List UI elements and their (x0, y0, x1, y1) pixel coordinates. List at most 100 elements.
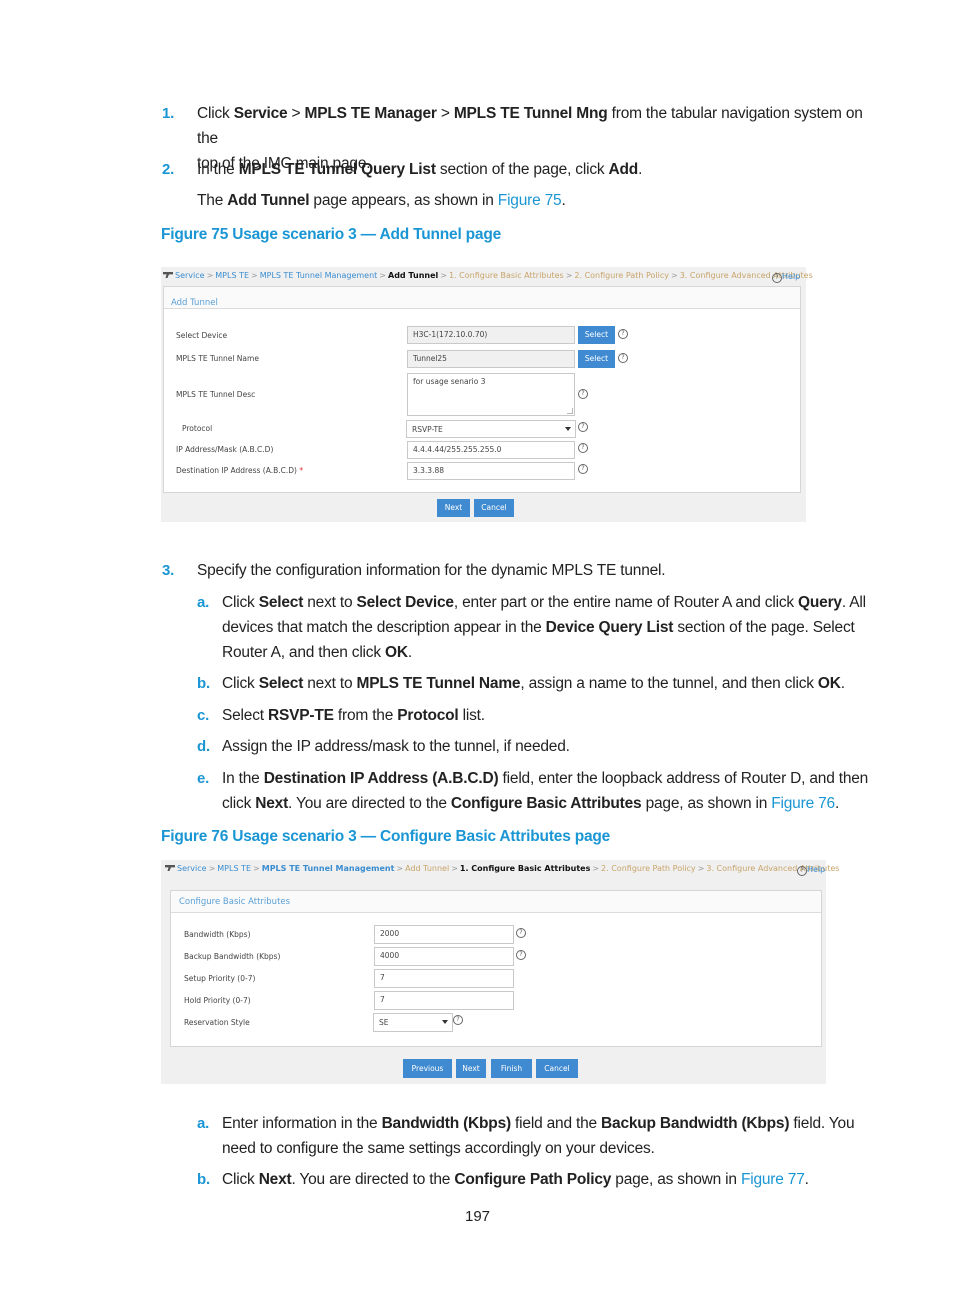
breadcrumb: Service > MPLS TE > MPLS TE Tunnel Managemen… (163, 271, 813, 280)
figure-76-caption: Figure 76 Usage scenario 3 — Configure B… (161, 828, 611, 845)
figure-76-screenshot: Service > MPLS TE > MPLS TE Tunnel Managemen… (161, 860, 839, 1084)
step-3d-text: Assign the IP address/mask to the tunnel… (222, 738, 570, 755)
ip-mask-field[interactable]: 4.4.4.44/255.255.255.0 (407, 441, 575, 459)
breadcrumb-separator: > (208, 864, 216, 873)
wizard-step-2: 2. Configure Path Policy (601, 864, 696, 873)
breadcrumb-tunnel-management[interactable]: MPLS TE Tunnel Management (260, 271, 378, 280)
select-tunnel-name-button[interactable]: Select (578, 350, 615, 368)
figure-76-link[interactable]: Figure 76 (771, 795, 835, 812)
breadcrumb: Service > MPLS TE > MPLS TE Tunnel Managemen… (165, 864, 839, 873)
question-circle-icon[interactable]: ? (578, 422, 588, 432)
step-2-number: 2. (162, 161, 175, 178)
question-circle-icon[interactable]: ? (578, 389, 588, 399)
protocol-value: RSVP-TE (412, 425, 443, 434)
step-3a-text: Click Select next to Select Device, ente… (222, 594, 866, 661)
service-tool-icon (165, 865, 175, 871)
protocol-select[interactable]: RSVP-TE (406, 420, 576, 438)
caret-down-icon (442, 1020, 448, 1024)
configure-basic-attributes-panel: Configure Basic Attributes Bandwidth (Kb… (170, 890, 822, 1047)
service-tool-icon (163, 272, 173, 278)
hold-priority-label: Hold Priority (0-7) (184, 996, 251, 1005)
finish-button[interactable]: Finish (491, 1059, 532, 1078)
step-3-number: 3. (162, 562, 175, 579)
question-circle-icon[interactable]: ? (453, 1015, 463, 1025)
protocol-label: Protocol (182, 424, 213, 433)
breadcrumb-service[interactable]: Service (177, 864, 207, 873)
step-3d-number: d. (197, 738, 210, 755)
panel-header (164, 287, 800, 309)
ip-mask-label: IP Address/Mask (A.B.C.D) (176, 445, 274, 454)
question-circle-icon[interactable]: ? (516, 928, 526, 938)
breadcrumb-separator: > (451, 864, 458, 873)
breadcrumb-tunnel-management[interactable]: MPLS TE Tunnel Management (262, 864, 395, 873)
breadcrumb-service[interactable]: Service (175, 271, 205, 280)
dest-ip-label: Destination IP Address (A.B.C.D) * (176, 466, 304, 475)
breadcrumb-add-tunnel[interactable]: Add Tunnel (405, 864, 449, 873)
step-3c-number: c. (197, 707, 210, 724)
backup-bandwidth-label: Backup Bandwidth (Kbps) (184, 952, 281, 961)
tunnel-desc-label: MPLS TE Tunnel Desc (176, 390, 256, 399)
select-device-label: Select Device (176, 331, 228, 340)
select-device-field[interactable]: H3C-1(172.10.0.70) (407, 326, 575, 344)
step-2-subtext: The Add Tunnel page appears, as shown in… (197, 192, 566, 209)
figure-77-link[interactable]: Figure 77 (741, 1171, 805, 1188)
help-link[interactable]: ? Help (772, 272, 800, 283)
question-circle-icon: ? (772, 273, 782, 283)
question-circle-icon[interactable]: ? (578, 464, 588, 474)
question-circle-icon: ? (797, 866, 807, 876)
figure-75-screenshot: Service > MPLS TE > MPLS TE Tunnel Managemen… (161, 267, 813, 522)
wizard-step-1-current: 1. Configure Basic Attributes (459, 864, 591, 873)
tunnel-name-label: MPLS TE Tunnel Name (176, 354, 259, 363)
question-circle-icon[interactable]: ? (578, 443, 588, 453)
breadcrumb-separator: > (206, 271, 214, 280)
add-tunnel-panel: Add Tunnel Select Device H3C-1(172.10.0.… (163, 286, 801, 493)
step-3b-text: Click Select next to MPLS TE Tunnel Name… (222, 675, 845, 692)
figure-75-link[interactable]: Figure 75 (498, 192, 562, 209)
question-circle-icon[interactable]: ? (618, 353, 628, 363)
select-device-button[interactable]: Select (578, 326, 615, 344)
step-2-text: In the MPLS TE Tunnel Query List section… (197, 161, 643, 178)
panel-title: Configure Basic Attributes (179, 897, 291, 907)
wizard-step-2: 2. Configure Path Policy (574, 271, 670, 280)
next-button[interactable]: Next (437, 499, 470, 517)
tunnel-desc-value: for usage senario 3 (413, 377, 486, 386)
resize-grip-icon[interactable] (567, 408, 573, 414)
setup-priority-field[interactable]: 7 (374, 969, 514, 988)
reservation-style-label: Reservation Style (184, 1018, 250, 1027)
breadcrumb-current: Add Tunnel (388, 271, 439, 280)
reservation-style-select[interactable]: SE (373, 1013, 453, 1032)
breadcrumb-separator: > (379, 271, 386, 280)
caret-down-icon (565, 427, 571, 431)
hold-priority-field[interactable]: 7 (374, 991, 514, 1010)
question-circle-icon[interactable]: ? (618, 329, 628, 339)
setup-priority-label: Setup Priority (0-7) (184, 974, 256, 983)
cancel-button[interactable]: Cancel (536, 1059, 578, 1078)
cancel-button[interactable]: Cancel (474, 499, 514, 517)
bandwidth-field[interactable]: 2000 (374, 925, 514, 944)
dest-ip-field[interactable]: 3.3.3.88 (407, 462, 575, 480)
reservation-style-value: SE (379, 1018, 389, 1027)
breadcrumb-mpls-te[interactable]: MPLS TE (215, 271, 249, 280)
step-3b-number: b. (197, 675, 210, 692)
breadcrumb-separator: > (565, 271, 573, 280)
backup-bandwidth-field[interactable]: 4000 (374, 947, 514, 966)
step-3c-text: Select RSVP-TE from the Protocol list. (222, 707, 485, 724)
step-4b-text: Click Next. You are directed to the Conf… (222, 1171, 809, 1188)
step-1-number: 1. (162, 105, 175, 122)
step-3e-number: e. (197, 770, 210, 787)
question-circle-icon[interactable]: ? (516, 950, 526, 960)
next-button[interactable]: Next (456, 1059, 486, 1078)
step-3e-text: In the Destination IP Address (A.B.C.D) … (222, 770, 869, 812)
help-link[interactable]: ? Help (797, 865, 825, 876)
step-3a-number: a. (197, 594, 210, 611)
page-number: 197 (465, 1208, 491, 1225)
tunnel-desc-textarea[interactable]: for usage senario 3 (407, 373, 575, 416)
step-4b-number: b. (197, 1171, 210, 1188)
previous-button[interactable]: Previous (403, 1059, 452, 1078)
figure-75-caption: Figure 75 Usage scenario 3 — Add Tunnel … (161, 226, 502, 243)
breadcrumb-mpls-te[interactable]: MPLS TE (217, 864, 251, 873)
breadcrumb-separator: > (697, 864, 705, 873)
breadcrumb-separator: > (251, 271, 258, 280)
tunnel-name-field[interactable]: Tunnel25 (407, 350, 575, 368)
step-3-text: Specify the configuration information fo… (197, 562, 666, 579)
